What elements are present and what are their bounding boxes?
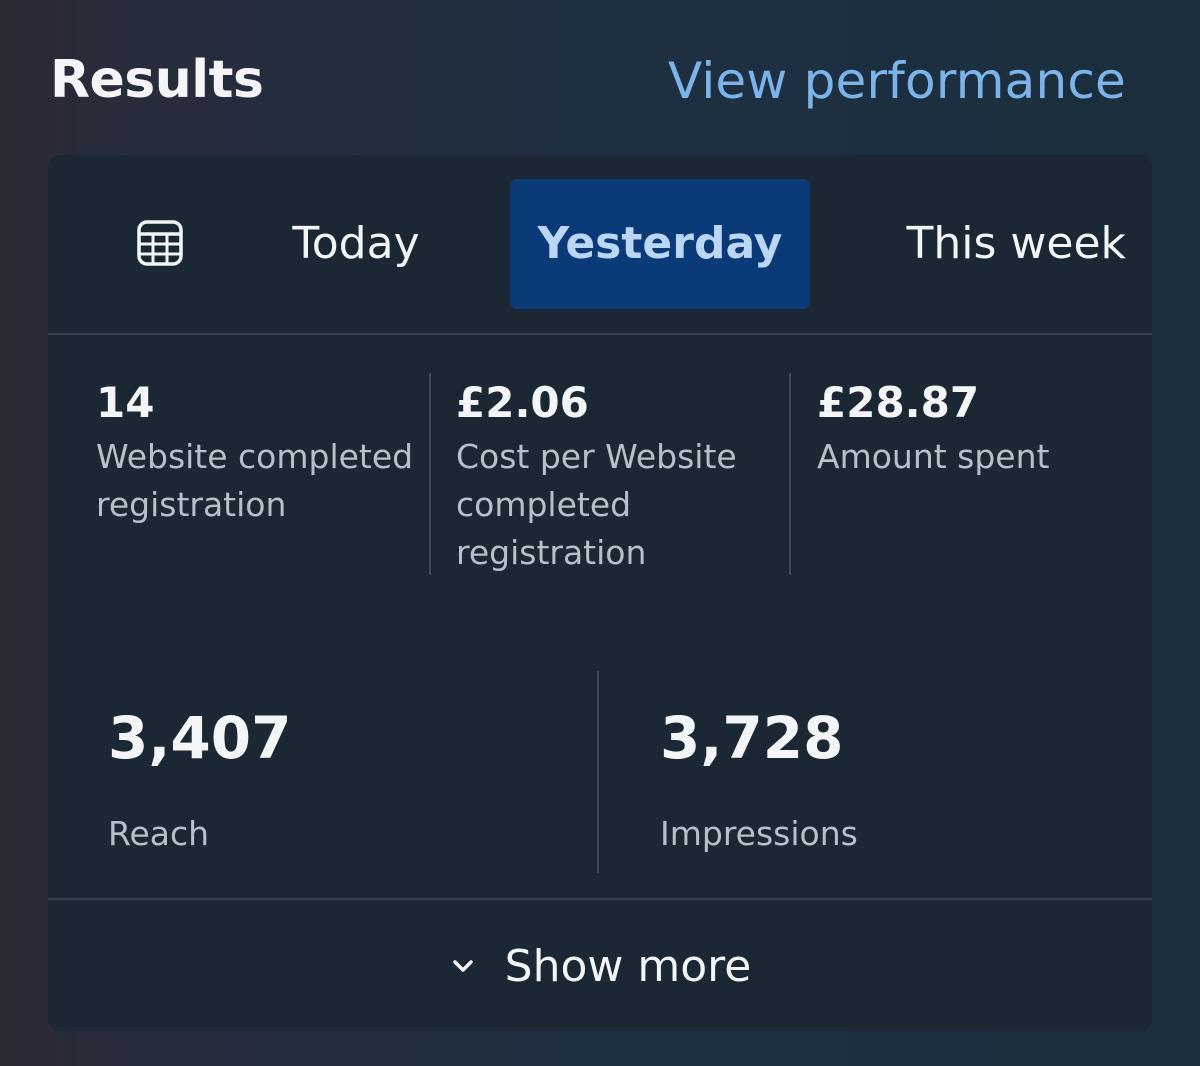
metric-label: Cost per Website completed registration <box>456 437 737 572</box>
tab-yesterday[interactable]: Yesterday <box>510 179 810 309</box>
date-range-tabs: Today Yesterday This week <box>48 155 1152 333</box>
show-more-button[interactable]: Show more <box>48 901 1152 1031</box>
results-card: Today Yesterday This week 14 Website com… <box>48 155 1152 1031</box>
tab-today[interactable]: Today <box>266 179 446 309</box>
metric-label: Amount spent <box>817 437 1050 476</box>
metric-label: Reach <box>108 814 210 853</box>
calendar-icon[interactable] <box>136 219 184 267</box>
chevron-down-icon <box>449 952 477 980</box>
metric-amount-spent: £28.87 Amount spent <box>817 375 1147 481</box>
metric-value: £28.87 <box>817 378 980 427</box>
metric-cost-per-registration: £2.06 Cost per Website completed registr… <box>456 375 786 577</box>
tab-this-week[interactable]: This week <box>886 179 1126 309</box>
metric-value: 14 <box>96 378 155 427</box>
metric-value: 3,728 <box>660 704 844 772</box>
metric-impressions: 3,728 Impressions <box>660 700 1100 858</box>
show-more-label: Show more <box>504 940 752 992</box>
metric-label: Website completed registration <box>96 437 414 524</box>
metric-divider <box>597 671 599 873</box>
metric-divider <box>789 373 791 575</box>
metric-reach: 3,407 Reach <box>108 700 548 858</box>
metric-value: £2.06 <box>456 378 589 427</box>
tabs-divider <box>48 333 1152 335</box>
metric-divider <box>429 373 431 575</box>
metric-label: Impressions <box>660 814 858 853</box>
view-performance-link[interactable]: View performance <box>668 52 1126 110</box>
metric-registrations: 14 Website completed registration <box>96 375 426 529</box>
metric-value: 3,407 <box>108 704 292 772</box>
results-title: Results <box>50 50 264 110</box>
footer-divider <box>48 898 1152 900</box>
